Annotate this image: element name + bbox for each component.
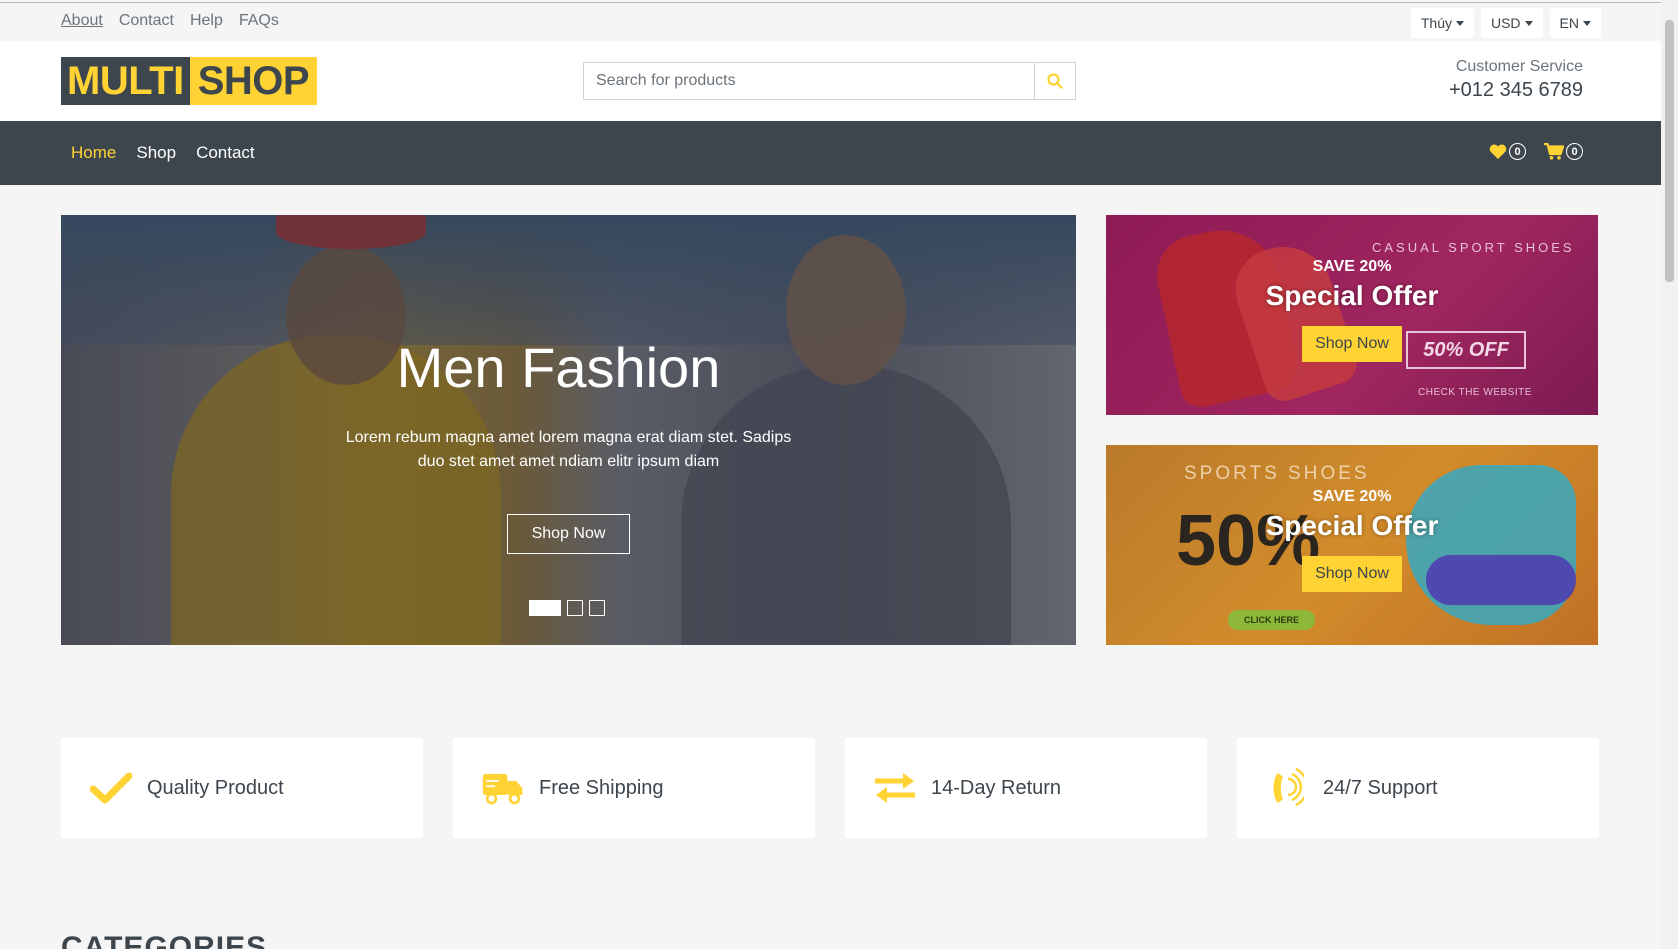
banner-footer: CLICK HERE bbox=[1228, 610, 1316, 630]
carousel-indicators bbox=[529, 600, 605, 616]
main-navbar: Home Shop Contact 0 0 bbox=[0, 121, 1661, 185]
top-links: About Contact Help FAQs bbox=[61, 12, 279, 30]
hero-text: Lorem rebum magna amet lorem magna erat … bbox=[345, 429, 792, 470]
wishlist-count: 0 bbox=[1509, 143, 1526, 160]
hero-caption: Men Fashion Lorem rebum magna amet lorem… bbox=[61, 335, 1076, 554]
offer-1-shop-now-button[interactable]: Shop Now bbox=[1302, 326, 1402, 362]
carousel-indicator-3[interactable] bbox=[589, 600, 605, 616]
feature-label: Quality Product bbox=[147, 776, 284, 799]
caret-down-icon bbox=[1524, 20, 1533, 26]
customer-service-phone: +012 345 6789 bbox=[1448, 79, 1583, 101]
heart-icon bbox=[1489, 143, 1507, 159]
search-box bbox=[583, 62, 1076, 100]
search-icon bbox=[1047, 73, 1063, 89]
section-title-categories: CATEGORIES bbox=[61, 931, 268, 949]
feature-quality: Quality Product bbox=[61, 738, 423, 838]
caret-down-icon bbox=[1455, 20, 1464, 26]
nav-contact[interactable]: Contact bbox=[196, 143, 255, 163]
nav-home[interactable]: Home bbox=[71, 143, 116, 163]
offer-1-title: Special Offer bbox=[1265, 280, 1439, 311]
offer-banner-2: SPORTS SHOES 50% CLICK HERE SAVE 20% Spe… bbox=[1106, 445, 1598, 645]
offer-2-save: SAVE 20% bbox=[1312, 488, 1392, 505]
scrollbar-thumb[interactable] bbox=[1665, 20, 1674, 282]
logo[interactable]: MULTI SHOP bbox=[61, 57, 318, 105]
offer-banner-1: CASUAL SPORT SHOES 50% OFF CHECK THE WEB… bbox=[1106, 215, 1598, 415]
carousel-indicator-1[interactable] bbox=[529, 600, 561, 616]
banner-footer: CHECK THE WEBSITE bbox=[1418, 387, 1532, 398]
about-link[interactable]: About bbox=[61, 12, 103, 30]
offer-2-shop-now-button[interactable]: Shop Now bbox=[1302, 556, 1402, 592]
shopping-cart-icon bbox=[1544, 143, 1564, 160]
carousel-indicator-2[interactable] bbox=[567, 600, 583, 616]
feature-label: Free Shipping bbox=[539, 776, 664, 799]
phone-volume-icon bbox=[1265, 766, 1309, 810]
search-input[interactable] bbox=[584, 63, 1034, 99]
customer-service-label: Customer Service bbox=[1455, 58, 1583, 75]
logo-part-2: SHOP bbox=[189, 57, 318, 105]
hero-shop-now-button[interactable]: Shop Now bbox=[506, 514, 631, 554]
check-icon bbox=[89, 766, 133, 810]
nav-links: Home Shop Contact bbox=[71, 143, 255, 163]
customer-service: Customer Service +012 345 6789 bbox=[1449, 58, 1583, 102]
feature-return: 14-Day Return bbox=[845, 738, 1207, 838]
banner-heading: SPORTS SHOES bbox=[1184, 463, 1370, 484]
top-bar: About Contact Help FAQs Thúy USD EN bbox=[0, 2, 1661, 41]
help-link[interactable]: Help bbox=[190, 12, 223, 30]
language-dropdown[interactable]: EN bbox=[1549, 8, 1601, 38]
user-dropdown-label: Thúy bbox=[1420, 15, 1452, 31]
exchange-arrows-icon bbox=[873, 766, 917, 810]
language-dropdown-label: EN bbox=[1559, 15, 1579, 31]
feature-support: 24/7 Support bbox=[1237, 738, 1599, 838]
nav-shop[interactable]: Shop bbox=[136, 143, 176, 163]
search-button[interactable] bbox=[1034, 63, 1075, 99]
wishlist-button[interactable]: 0 bbox=[1489, 143, 1526, 160]
feature-label: 14-Day Return bbox=[931, 776, 1062, 799]
logo-part-1: MULTI bbox=[61, 57, 190, 105]
page-scrollbar[interactable] bbox=[1661, 0, 1678, 949]
page: About Contact Help FAQs Thúy USD EN MULT… bbox=[0, 0, 1661, 949]
currency-dropdown[interactable]: USD bbox=[1480, 8, 1543, 38]
offer-2-content: SAVE 20% Special Offer Shop Now bbox=[1106, 488, 1598, 592]
feature-shipping: Free Shipping bbox=[453, 738, 815, 838]
shipping-truck-icon bbox=[481, 766, 525, 810]
top-dropdowns: Thúy USD EN bbox=[1410, 8, 1601, 38]
banner-heading: CASUAL SPORT SHOES bbox=[1372, 240, 1575, 255]
faqs-link[interactable]: FAQs bbox=[239, 12, 279, 30]
cart-button[interactable]: 0 bbox=[1544, 143, 1583, 160]
hero-carousel[interactable]: Men Fashion Lorem rebum magna amet lorem… bbox=[61, 215, 1076, 645]
currency-dropdown-label: USD bbox=[1490, 15, 1521, 31]
offer-1-save: SAVE 20% bbox=[1312, 258, 1392, 275]
header: MULTI SHOP Customer Service +012 345 678… bbox=[0, 41, 1661, 121]
offer-1-content: SAVE 20% Special Offer Shop Now bbox=[1106, 258, 1598, 362]
caret-down-icon bbox=[1583, 20, 1591, 26]
user-dropdown[interactable]: Thúy bbox=[1410, 8, 1474, 38]
features-row: Quality Product Free Shipping 14-Day Ret… bbox=[61, 738, 1599, 838]
feature-label: 24/7 Support bbox=[1323, 776, 1438, 799]
offer-2-title: Special Offer bbox=[1265, 510, 1439, 541]
nav-icons: 0 0 bbox=[1489, 143, 1583, 160]
hero-title: Men Fashion bbox=[396, 336, 721, 399]
cart-count: 0 bbox=[1566, 143, 1583, 160]
contact-link[interactable]: Contact bbox=[119, 12, 174, 30]
